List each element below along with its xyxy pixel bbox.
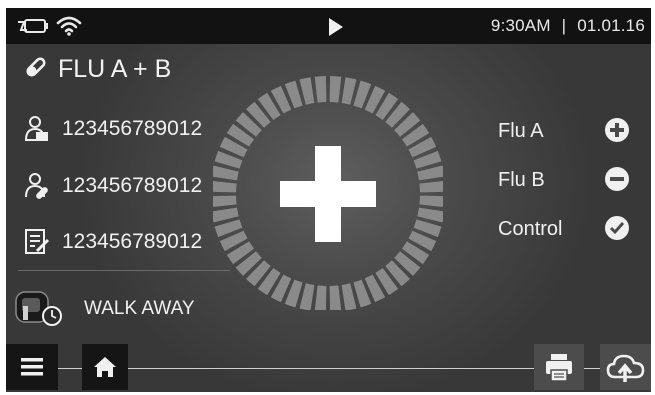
ring-segment (419, 195, 443, 208)
ring-segment (299, 283, 315, 310)
battery-charging-icon (16, 17, 50, 40)
home-icon (94, 357, 116, 377)
menu-icon (21, 358, 43, 376)
ring-segment (213, 207, 239, 223)
status-datetime: 9:30AM | 01.01.16 (491, 16, 645, 36)
test-name: FLU A + B (58, 55, 172, 83)
print-icon (546, 354, 572, 382)
upload-button[interactable] (600, 344, 651, 390)
result-flu-a-label: Flu A (498, 120, 544, 142)
wifi-icon (56, 15, 82, 42)
status-date: 01.01.16 (577, 16, 645, 35)
ring-segment (341, 77, 357, 105)
mode-label: WALK AWAY (84, 298, 195, 319)
positive-plus-icon (280, 146, 376, 242)
screen: 9:30AM | 01.01.16 FLU A + B 123456789012… (6, 8, 651, 392)
ring-segment (417, 207, 443, 223)
divider (18, 270, 230, 271)
result-flu-b-label: Flu B (498, 169, 545, 191)
patient-id-icon (24, 115, 50, 149)
status-time: 9:30AM (490, 16, 551, 35)
ring-segment (341, 283, 357, 310)
ring-segment (314, 76, 327, 103)
plus-circle-icon (604, 117, 630, 148)
ring-segment (329, 285, 342, 310)
status-bar: 9:30AM | 01.01.16 (6, 8, 651, 44)
cloud-upload-icon (606, 354, 645, 382)
ring-segment (329, 76, 342, 103)
ring-segment (417, 165, 443, 181)
play-icon[interactable] (328, 17, 344, 42)
ring-segment (213, 165, 239, 181)
record-id-value: 123456789012 (62, 230, 203, 253)
ring-segment (213, 195, 237, 208)
minus-circle-icon (604, 166, 630, 197)
menu-button[interactable] (6, 344, 58, 390)
device-frame: 9:30AM | 01.01.16 FLU A + B 123456789012… (0, 0, 655, 395)
test-strip-icon (23, 54, 49, 85)
check-circle-icon (604, 215, 630, 246)
walk-away-icon (14, 288, 64, 333)
patient-id-value: 123456789012 (62, 117, 203, 140)
overall-result-ring (213, 76, 443, 310)
ring-segment (314, 285, 327, 310)
ring-segment (299, 77, 315, 105)
ring-segment (213, 180, 237, 193)
ring-segment (419, 180, 443, 193)
result-control-label: Control (498, 218, 563, 240)
operator-id-value: 123456789012 (62, 174, 203, 197)
status-separator: | (561, 16, 567, 35)
operator-id-icon (24, 172, 50, 206)
home-button[interactable] (82, 344, 128, 390)
record-id-icon (24, 228, 50, 262)
print-button[interactable] (534, 344, 584, 390)
